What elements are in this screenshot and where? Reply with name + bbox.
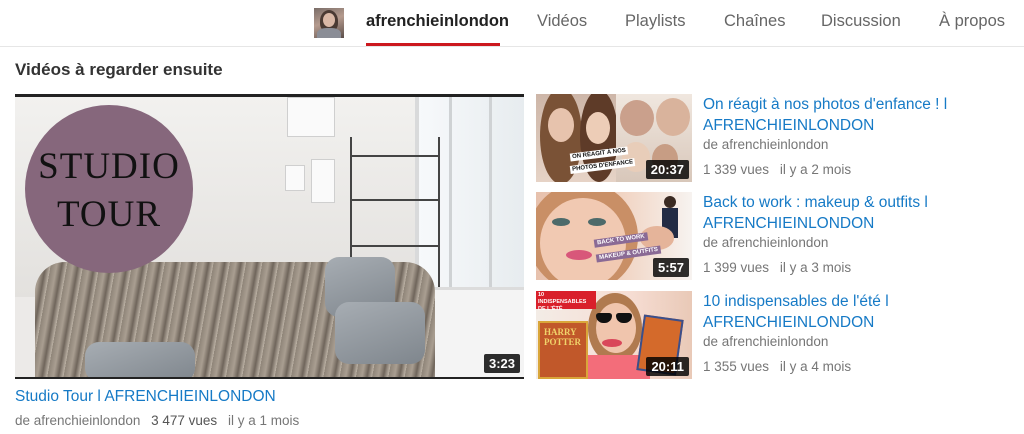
list-item: ON RÉAGIT À NOS PHOTOS D'ENFANCE 20:37 O…	[536, 94, 1016, 184]
featured-video-thumbnail[interactable]: STUDIO TOUR 3:23	[15, 94, 524, 379]
video-meta: 1 339 vues il y a 2 mois	[703, 162, 1023, 177]
thumb-book-line1: HARRY	[544, 327, 577, 337]
video-age: il y a 2 mois	[779, 162, 852, 177]
video-duration: 20:11	[646, 357, 689, 376]
video-title-line2: AFRENCHIEINLONDON	[703, 215, 875, 232]
thumb-cushion	[85, 342, 195, 377]
video-channel[interactable]: de afrenchieinlondon	[15, 413, 140, 428]
tab-about[interactable]: À propos	[939, 12, 1005, 31]
thumb-wall-frame	[311, 159, 335, 203]
thumb-title-line1: STUDIO	[38, 146, 180, 187]
thumb-wall-frame	[285, 165, 305, 191]
video-duration: 3:23	[483, 354, 520, 373]
video-channel[interactable]: de afrenchieinlondon	[703, 137, 1023, 152]
tab-discussion[interactable]: Discussion	[821, 12, 901, 31]
video-thumbnail[interactable]: 10 INDISPENSABLES DE L'ÉTÉ HARRY POTTER …	[536, 291, 692, 379]
video-info: Back to work : makeup & outfits l AFRENC…	[703, 192, 1023, 275]
video-channel[interactable]: de afrenchieinlondon	[703, 334, 1023, 349]
thumb-cushion	[335, 302, 425, 364]
studio-tour-logo	[25, 105, 193, 273]
section-title: Vidéos à regarder ensuite	[15, 60, 223, 79]
channel-avatar[interactable]	[314, 8, 344, 38]
video-views: 1 339 vues	[703, 162, 770, 177]
video-title-line1: On réagit à nos photos d'enfance ! l	[703, 96, 948, 113]
video-title-line1: Back to work : makeup & outfits l	[703, 194, 928, 211]
video-title-line2: AFRENCHIEINLONDON	[703, 314, 875, 331]
list-item: 10 INDISPENSABLES DE L'ÉTÉ HARRY POTTER …	[536, 291, 1016, 381]
video-duration: 5:57	[652, 258, 689, 277]
channel-nav: afrenchieinlondon Vidéos Playlists Chaîn…	[0, 0, 1024, 47]
video-meta: 1 399 vues il y a 3 mois	[703, 260, 1023, 275]
tab-channels[interactable]: Chaînes	[724, 12, 785, 31]
thumb-sunglasses	[596, 313, 634, 323]
thumb-banner: 10 INDISPENSABLES DE L'ÉTÉ	[536, 291, 596, 312]
video-info: On réagit à nos photos d'enfance ! l AFR…	[703, 94, 1023, 177]
thumb-banner-number: 10	[538, 292, 545, 298]
video-age: il y a 1 mois	[227, 413, 300, 428]
video-age: il y a 3 mois	[779, 260, 852, 275]
avatar-face	[323, 13, 335, 27]
video-views: 3 477 vues	[151, 413, 218, 428]
video-title[interactable]: On réagit à nos photos d'enfance ! l AFR…	[703, 94, 1023, 136]
video-meta: 1 355 vues il y a 4 mois	[703, 359, 1023, 374]
thumb-book: HARRY POTTER	[538, 321, 588, 379]
video-info: 10 indispensables de l'été l AFRENCHIEIN…	[703, 291, 1023, 374]
video-title[interactable]: Back to work : makeup & outfits l AFRENC…	[703, 192, 1023, 234]
thumb-wall-frame	[287, 97, 335, 137]
video-duration: 20:37	[645, 160, 689, 179]
video-channel[interactable]: de afrenchieinlondon	[703, 235, 1023, 250]
thumb-book-line2: POTTER	[544, 337, 582, 347]
video-thumbnail[interactable]: ON RÉAGIT À NOS PHOTOS D'ENFANCE 20:37	[536, 94, 692, 182]
avatar-body	[317, 28, 341, 38]
tab-videos[interactable]: Vidéos	[537, 12, 587, 31]
tab-playlists[interactable]: Playlists	[625, 12, 686, 31]
video-title-line1: 10 indispensables de l'été l	[703, 293, 889, 310]
featured-video-title[interactable]: Studio Tour l AFRENCHIEINLONDON	[15, 388, 276, 406]
video-age: il y a 4 mois	[779, 359, 852, 374]
video-title[interactable]: 10 indispensables de l'été l AFRENCHIEIN…	[703, 291, 1023, 333]
video-title-line2: AFRENCHIEINLONDON	[703, 117, 875, 134]
thumb-title-line2: TOUR	[56, 194, 162, 235]
video-views: 1 355 vues	[703, 359, 770, 374]
list-item: BACK TO WORK MAKEUP & OUTFITS 5:57 Back …	[536, 192, 1016, 282]
active-tab-indicator	[366, 43, 500, 46]
tab-home[interactable]: afrenchieinlondon	[366, 12, 509, 31]
featured-video-meta: de afrenchieinlondon 3 477 vues il y a 1…	[15, 413, 306, 428]
video-thumbnail[interactable]: BACK TO WORK MAKEUP & OUTFITS 5:57	[536, 192, 692, 280]
video-views: 1 399 vues	[703, 260, 770, 275]
